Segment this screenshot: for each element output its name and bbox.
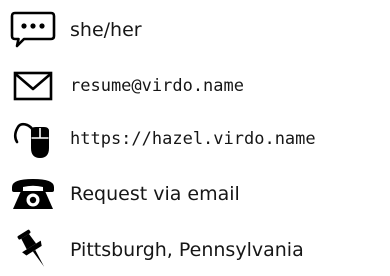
website-link[interactable]: https://hazel.virdo.name [70,117,316,161]
pronouns-row: she/her [0,8,390,52]
email-link[interactable]: resume@virdo.name [70,64,244,108]
speech-bubble-icon [8,8,58,52]
pushpin-icon [8,228,58,272]
computer-mouse-icon [8,117,58,161]
website-row: https://hazel.virdo.name [0,117,390,161]
pronouns-text: she/her [70,19,142,41]
location-text: Pittsburgh, Pennsylvania [70,239,304,261]
telephone-icon [8,172,58,216]
email-row: resume@virdo.name [0,64,390,108]
contact-list: she/her resume@virdo.name https://hazel.… [0,0,390,276]
phone-row: Request via email [0,172,390,216]
phone-text: Request via email [70,183,240,205]
envelope-icon [8,64,58,108]
location-row: Pittsburgh, Pennsylvania [0,228,390,272]
